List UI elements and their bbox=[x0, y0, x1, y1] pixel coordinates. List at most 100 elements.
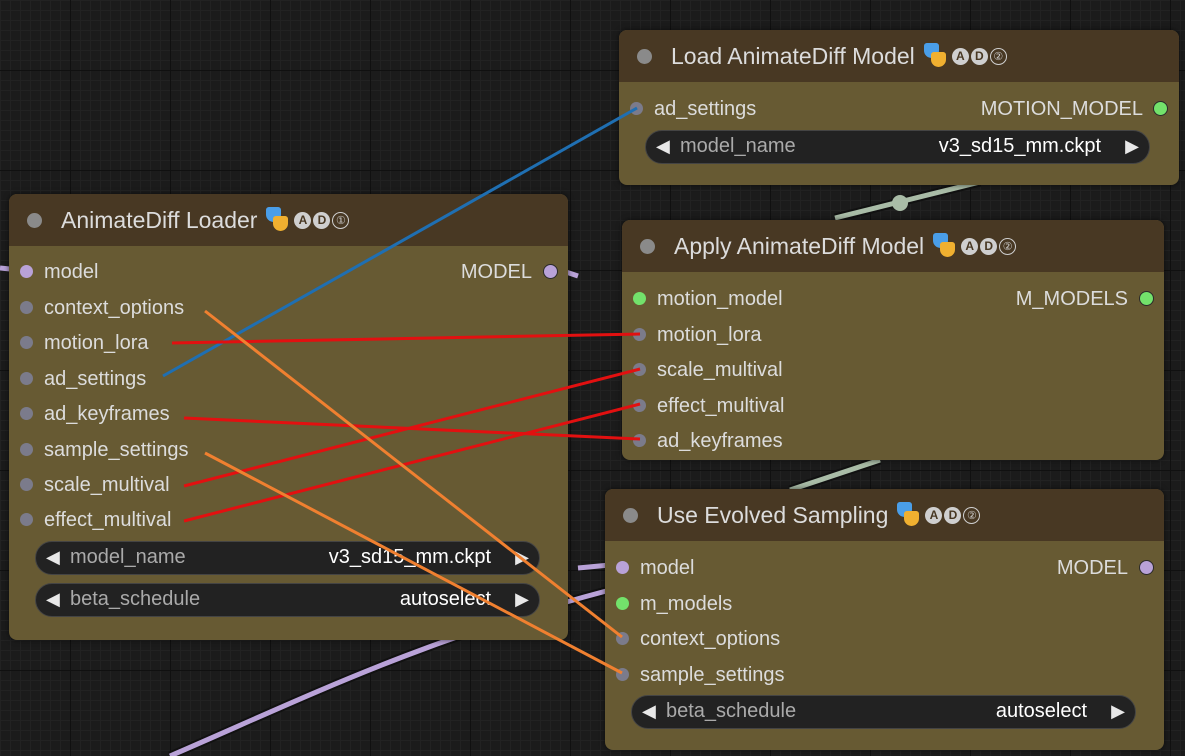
widget-name: model_name bbox=[680, 135, 796, 157]
theater-masks-icon bbox=[923, 43, 946, 69]
input-label: ad_keyframes bbox=[657, 430, 783, 452]
input-row-model[interactable]: model MODEL bbox=[605, 555, 1164, 581]
input-row-ad-keyframes[interactable]: ad_keyframes bbox=[9, 401, 568, 427]
node-title: AnimateDiff Loader bbox=[61, 206, 258, 233]
widget-value: autoselect bbox=[399, 588, 491, 610]
beta-schedule-combo[interactable]: ◀ beta_schedule autoselect ▶ bbox=[631, 695, 1136, 729]
input-slot-motion-model[interactable] bbox=[633, 292, 646, 305]
badge-number: ① bbox=[332, 211, 350, 229]
input-label: motion_lora bbox=[44, 332, 149, 354]
input-row-ad-settings[interactable]: ad_settings MOTION_MODEL bbox=[619, 96, 1179, 122]
badge-d: D bbox=[970, 47, 988, 65]
input-slot-effect-multival[interactable] bbox=[633, 399, 646, 412]
output-label: MODEL bbox=[1056, 557, 1128, 579]
input-slot-context-options[interactable] bbox=[616, 632, 629, 645]
collapse-toggle[interactable] bbox=[637, 48, 652, 64]
load-animatediff-model-node[interactable]: Load AnimateDiff Model A D ② ad_settings… bbox=[619, 30, 1179, 185]
input-slot-scale-multival[interactable] bbox=[633, 363, 646, 376]
arrow-left-icon[interactable]: ◀ bbox=[46, 584, 60, 615]
output-slot-model[interactable] bbox=[1139, 560, 1154, 575]
output-label: MODEL bbox=[460, 261, 532, 283]
badge-number: ② bbox=[963, 506, 981, 524]
widget-value: autoselect bbox=[995, 700, 1087, 722]
input-label: context_options bbox=[640, 628, 781, 650]
input-row-effect-multival[interactable]: effect_multival bbox=[9, 507, 568, 533]
input-label: ad_settings bbox=[44, 368, 147, 390]
theater-masks-icon bbox=[933, 233, 956, 259]
input-slot-motion-lora[interactable] bbox=[633, 328, 646, 341]
apply-animatediff-model-node[interactable]: Apply AnimateDiff Model A D ② motion_mod… bbox=[622, 220, 1164, 460]
input-label: motion_model bbox=[657, 288, 783, 310]
node-header[interactable]: AnimateDiff Loader A D ① bbox=[9, 194, 568, 246]
input-row-sample-settings[interactable]: sample_settings bbox=[605, 662, 1164, 688]
output-label: M_MODELS bbox=[1015, 288, 1128, 310]
input-row-model[interactable]: model MODEL bbox=[9, 259, 568, 285]
collapse-toggle[interactable] bbox=[27, 212, 42, 228]
input-row-ad-settings[interactable]: ad_settings bbox=[9, 366, 568, 392]
input-row-motion-model[interactable]: motion_model M_MODELS bbox=[622, 286, 1164, 312]
input-row-context-options[interactable]: context_options bbox=[605, 626, 1164, 652]
input-row-motion-lora[interactable]: motion_lora bbox=[622, 322, 1164, 348]
input-row-scale-multival[interactable]: scale_multival bbox=[622, 357, 1164, 383]
input-label: scale_multival bbox=[657, 359, 783, 381]
model-name-combo[interactable]: ◀ model_name v3_sd15_mm.ckpt ▶ bbox=[35, 541, 540, 575]
input-slot-motion-lora[interactable] bbox=[20, 336, 33, 349]
input-row-motion-lora[interactable]: motion_lora bbox=[9, 330, 568, 356]
node-badges: A D ① bbox=[266, 207, 350, 233]
link-motion-model-midpoint bbox=[892, 195, 908, 211]
input-row-m-models[interactable]: m_models bbox=[605, 591, 1164, 617]
input-slot-ad-keyframes[interactable] bbox=[20, 407, 33, 420]
input-slot-effect-multival[interactable] bbox=[20, 513, 33, 526]
widget-name: model_name bbox=[70, 546, 186, 568]
output-label: MOTION_MODEL bbox=[980, 98, 1143, 120]
arrow-right-icon[interactable]: ▶ bbox=[1111, 696, 1125, 727]
input-slot-m-models[interactable] bbox=[616, 597, 629, 610]
input-row-context-options[interactable]: context_options bbox=[9, 295, 568, 321]
input-label: motion_lora bbox=[657, 324, 762, 346]
input-label: m_models bbox=[640, 593, 733, 615]
output-slot-m-models[interactable] bbox=[1139, 291, 1154, 306]
node-header[interactable]: Load AnimateDiff Model A D ② bbox=[619, 30, 1179, 82]
beta-schedule-combo[interactable]: ◀ beta_schedule autoselect ▶ bbox=[35, 583, 540, 617]
output-slot-model[interactable] bbox=[543, 264, 558, 279]
node-title: Use Evolved Sampling bbox=[657, 501, 889, 528]
input-slot-ad-settings[interactable] bbox=[630, 102, 643, 115]
node-header[interactable]: Apply AnimateDiff Model A D ② bbox=[622, 220, 1164, 272]
badge-a: A bbox=[961, 237, 979, 255]
badge-d: D bbox=[944, 506, 962, 524]
theater-masks-icon bbox=[897, 502, 920, 528]
arrow-right-icon[interactable]: ▶ bbox=[515, 584, 529, 615]
input-row-sample-settings[interactable]: sample_settings bbox=[9, 437, 568, 463]
node-header[interactable]: Use Evolved Sampling A D ② bbox=[605, 489, 1164, 541]
input-label: model bbox=[44, 261, 99, 283]
arrow-right-icon[interactable]: ▶ bbox=[515, 542, 529, 573]
node-title: Apply AnimateDiff Model bbox=[674, 232, 925, 259]
collapse-toggle[interactable] bbox=[640, 238, 655, 254]
arrow-right-icon[interactable]: ▶ bbox=[1125, 131, 1139, 162]
input-slot-ad-keyframes[interactable] bbox=[633, 434, 646, 447]
input-label: context_options bbox=[44, 297, 185, 319]
input-slot-ad-settings[interactable] bbox=[20, 372, 33, 385]
arrow-left-icon[interactable]: ◀ bbox=[46, 542, 60, 573]
node-badges: A D ② bbox=[923, 43, 1007, 69]
link-motion-model-fill bbox=[834, 179, 981, 221]
model-name-combo[interactable]: ◀ model_name v3_sd15_mm.ckpt ▶ bbox=[645, 130, 1150, 164]
input-slot-scale-multival[interactable] bbox=[20, 478, 33, 491]
input-row-scale-multival[interactable]: scale_multival bbox=[9, 472, 568, 498]
arrow-left-icon[interactable]: ◀ bbox=[642, 696, 656, 727]
collapse-toggle[interactable] bbox=[623, 507, 638, 523]
input-slot-context-options[interactable] bbox=[20, 301, 33, 314]
output-slot-motion-model[interactable] bbox=[1153, 101, 1168, 116]
input-slot-model[interactable] bbox=[20, 265, 33, 278]
input-slot-sample-settings[interactable] bbox=[616, 668, 629, 681]
animatediff-loader-node[interactable]: AnimateDiff Loader A D ① model MODEL con… bbox=[9, 194, 568, 640]
input-row-ad-keyframes[interactable]: ad_keyframes bbox=[622, 428, 1164, 454]
use-evolved-sampling-node[interactable]: Use Evolved Sampling A D ② model MODEL m… bbox=[605, 489, 1164, 750]
input-label: ad_settings bbox=[654, 98, 757, 120]
input-row-effect-multival[interactable]: effect_multival bbox=[622, 393, 1164, 419]
badge-a: A bbox=[925, 506, 943, 524]
input-slot-sample-settings[interactable] bbox=[20, 443, 33, 456]
widget-value: v3_sd15_mm.ckpt bbox=[938, 135, 1101, 157]
arrow-left-icon[interactable]: ◀ bbox=[656, 131, 670, 162]
input-slot-model[interactable] bbox=[616, 561, 629, 574]
